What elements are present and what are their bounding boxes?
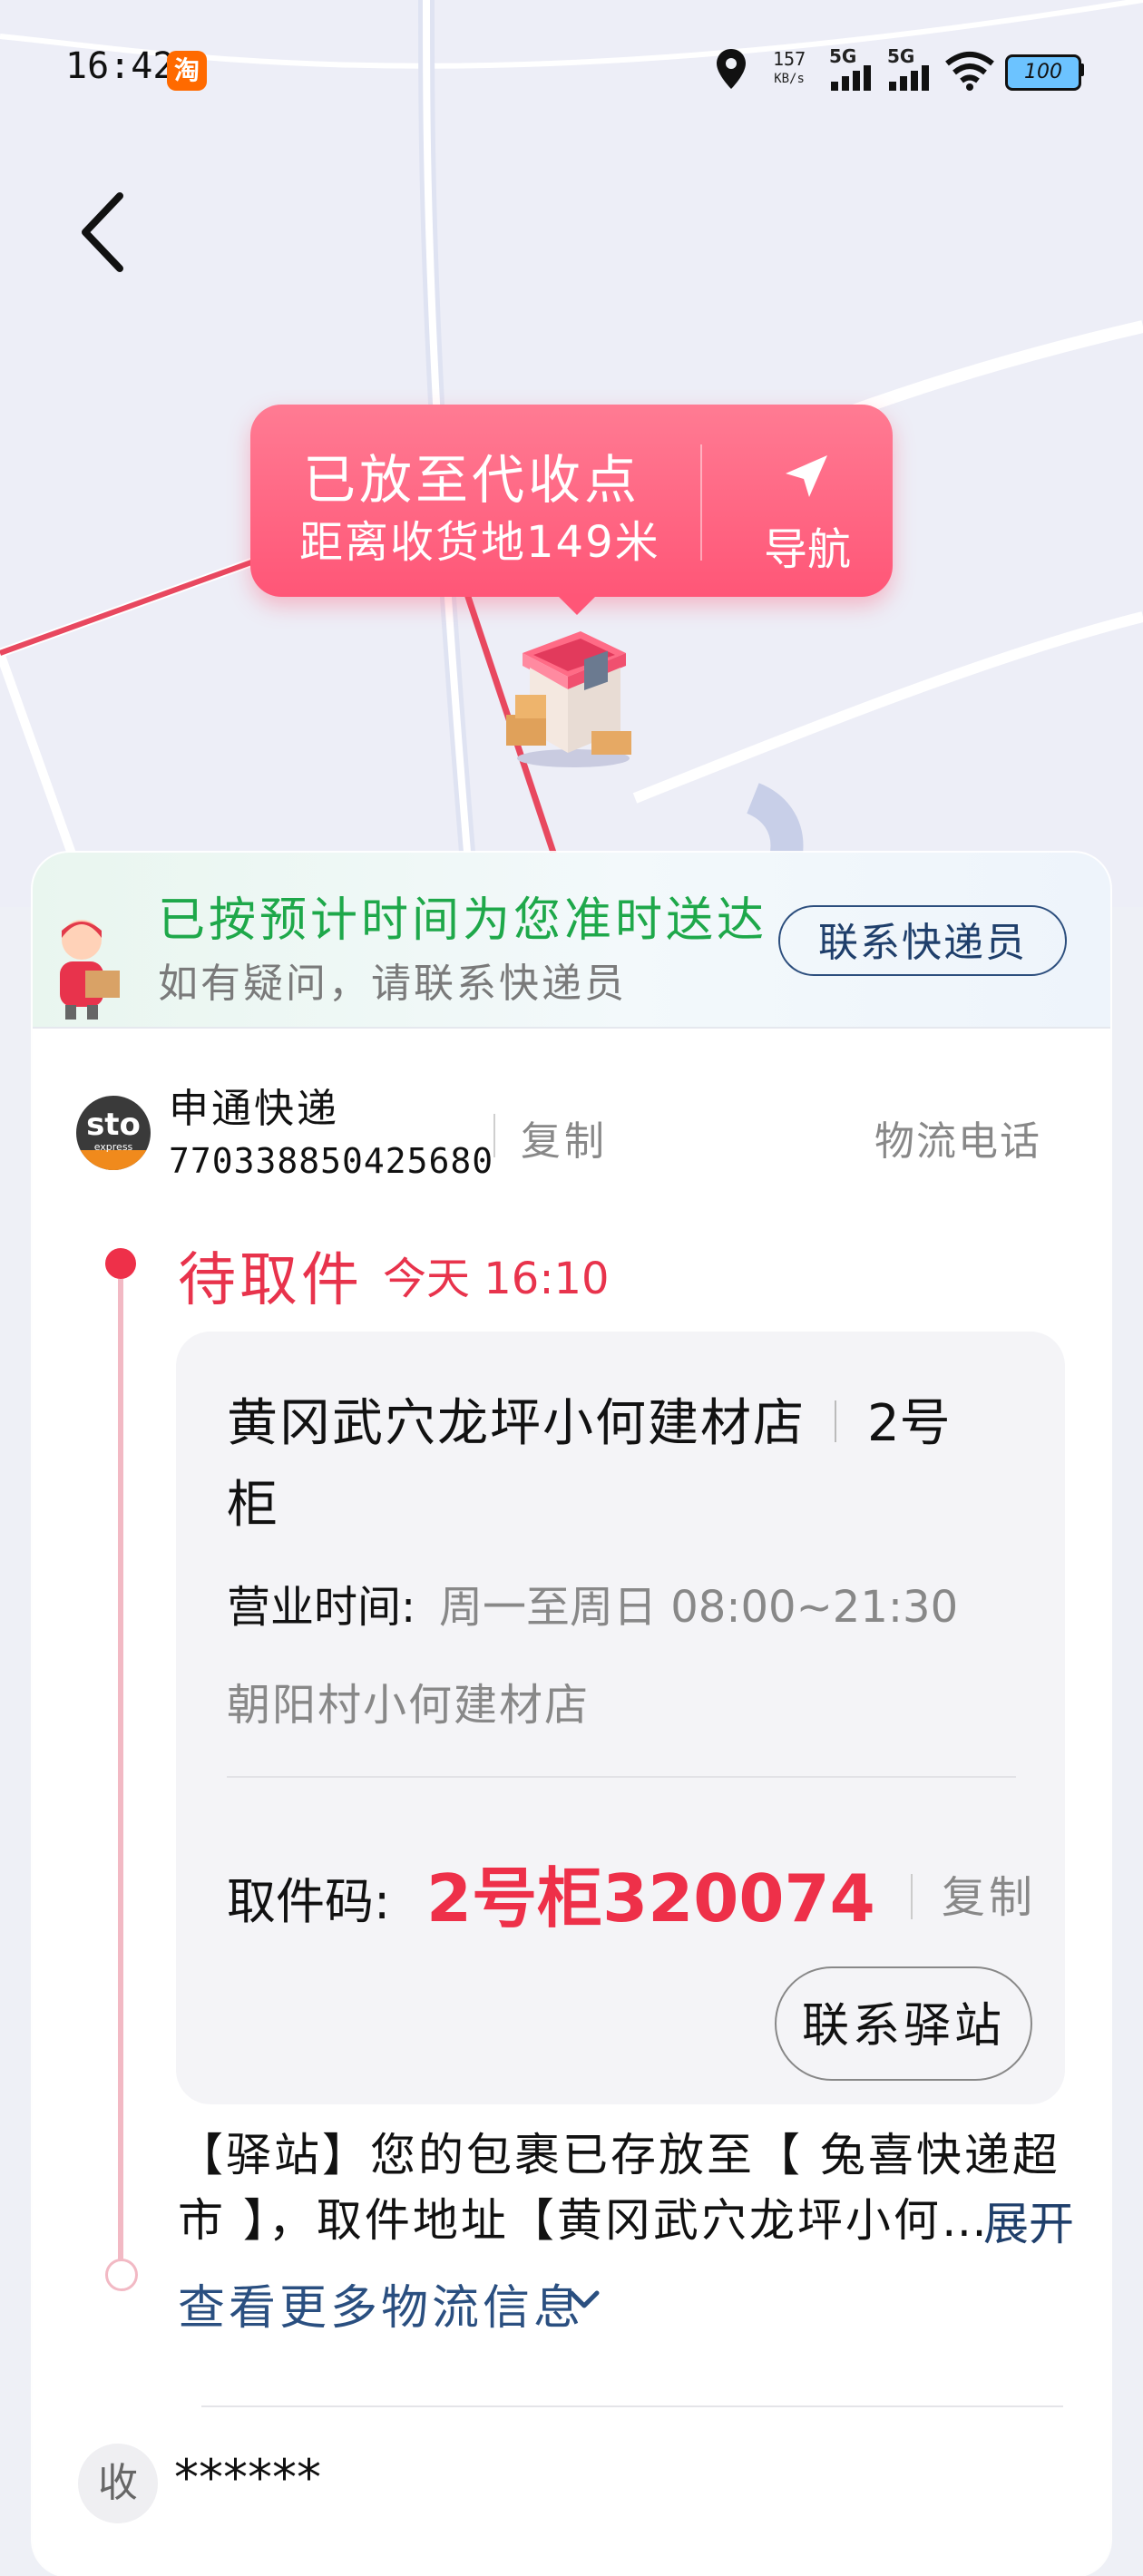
station-cabinet-suffix: 柜 [227,1476,278,1535]
receiver-name: ****** [174,2449,321,2506]
station-cabinet: 2号 [867,1394,951,1453]
parcel-station-icon [497,617,642,771]
business-hours-label: 营业时间: [227,1582,416,1633]
callout-divider [700,444,702,561]
station-divider [227,1776,1016,1778]
sto-logo-subtext: express [93,1141,133,1153]
battery-icon: 100 [1005,54,1081,91]
pickup-status-time: 今天 16:10 [383,1254,610,1304]
timeline-line [118,1279,123,2260]
sto-express-logo-icon: sto express [76,1096,151,1170]
tracking-number: 770338850425680 [169,1141,494,1181]
timeline-dot-end [105,2259,138,2291]
battery-tip [1080,63,1084,76]
network-speed-unit: KB/s [774,72,805,86]
delivery-status-callout: 已放至代收点 距离收货地149米 导航 [250,405,893,615]
navigate-label: 导航 [763,524,851,575]
expand-log-button[interactable]: 展开 [983,2188,1074,2253]
timeline-dot-current [105,1248,136,1279]
back-arrow-icon [82,192,123,272]
banner-title: 已按预计时间为您准时送达 [158,893,768,948]
signal-icon: 5G [887,45,929,91]
signal-1-label: 5G [829,45,857,67]
view-more-logistics-link[interactable]: 查看更多物流信息 [178,2269,584,2337]
wifi-icon [945,51,994,91]
navigate-button[interactable]: 导航 [722,405,893,597]
sto-logo-band [76,1150,151,1170]
pickup-station-card: 黄冈武穴龙坪小何建材店 2号 柜 营业时间: 周一至周日 08:00~21:30… [176,1332,1065,2104]
status-time: 16:42 [65,45,175,87]
carrier-divider [493,1114,495,1157]
station-name: 黄冈武穴龙坪小何建材店 [227,1394,806,1453]
package-detail-card: 已按预计时间为您准时送达 如有疑问，请联系快递员 联系快递员 sto expre… [33,853,1110,2576]
battery-level: 100 [1024,61,1062,83]
station-address: 朝阳村小何建材店 [227,1680,591,1731]
pickup-code-divider [911,1874,913,1919]
receiver-badge: 收 [78,2444,158,2523]
chevron-down-icon[interactable] [566,2282,602,2318]
log-line-1: 【驿站】您的包裹已存放至【 兔喜快递超 [178,2129,1060,2181]
back-button[interactable] [69,181,142,281]
signal-icon: 5G [829,45,871,91]
logistics-phone-button[interactable]: 物流电话 [874,1108,1041,1166]
courier-avatar-icon [40,912,131,1021]
copy-tracking-button[interactable]: 复制 [521,1108,608,1166]
location-icon [715,47,747,91]
pickup-status: 待取件 [178,1247,363,1314]
log-line-2: 市 】，取件地址【黄冈武穴龙坪小何… [178,2194,990,2247]
pickup-code-value: 2号柜320074 [426,1860,875,1937]
callout-title: 已放至代收点 [303,449,641,511]
navigation-arrow-icon [786,455,827,497]
sto-logo-text: sto [86,1107,141,1143]
contact-station-button[interactable]: 联系驿站 [775,1966,1032,2081]
logistics-log-text: 【驿站】您的包裹已存放至【 兔喜快递超 市 】，取件地址【黄冈武穴龙坪小何… [178,2122,1085,2253]
network-speed-value: 157 [773,48,806,70]
carrier-name: 申通快递 [169,1086,339,1132]
callout-distance: 距离收货地149米 [299,517,660,568]
pickup-code-label: 取件码: [227,1873,391,1930]
section-divider [201,2405,1063,2407]
banner-subtitle: 如有疑问，请联系快递员 [158,961,627,1007]
contact-courier-button[interactable]: 联系快递员 [778,905,1067,976]
station-name-divider [835,1400,836,1442]
taobao-notification-icon: 淘 [167,51,207,91]
business-hours-value: 周一至周日 08:00~21:30 [439,1582,959,1633]
copy-pickup-code-button[interactable]: 复制 [942,1861,1036,1925]
delivery-banner: 已按预计时间为您准时送达 如有疑问，请联系快递员 联系快递员 [33,853,1110,1029]
signal-2-label: 5G [887,45,915,67]
